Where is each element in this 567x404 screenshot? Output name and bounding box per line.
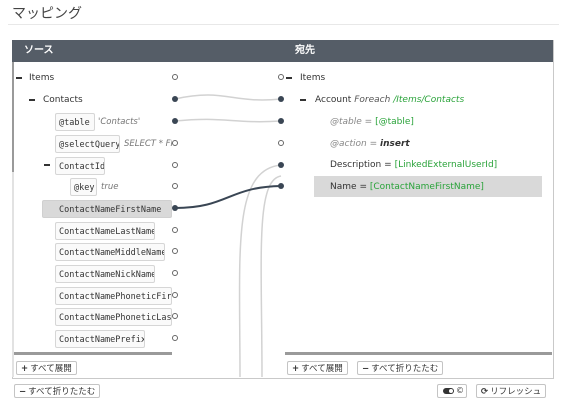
source-field-contactnamemiddlename[interactable]: ContactNameMiddleName [55,243,165,261]
dest-attr-table-row[interactable]: @table = [@table] [330,116,414,128]
dest-action-value: insert [380,139,410,149]
source-field-contactnamephoneticlast[interactable]: ContactNamePhoneticLastN [55,308,172,326]
collapse-account-icon[interactable] [300,99,306,101]
source-contacts-label: Contacts [43,95,83,105]
connector-source-items[interactable] [172,74,178,80]
source-field-contactnamenickname[interactable]: ContactNameNickName [55,265,155,283]
minus-icon: − [19,387,27,397]
connector-source-lastname[interactable] [172,227,178,233]
collapse-contactid-icon[interactable] [44,164,50,166]
plus-icon: + [21,364,29,374]
dest-attr-table: @table [330,117,362,127]
source-header: ソース [12,40,172,62]
connector-dest-action[interactable] [278,140,284,146]
collapse-all-button[interactable]: − すべて折りたたむ [14,384,101,398]
refresh-icon: ⟳ [481,387,489,397]
connector-source-firstname[interactable] [172,205,178,211]
source-table-value: 'Contacts' [98,117,141,127]
source-field-contactnamefirstname[interactable]: ContactNameFirstName [42,200,172,218]
dest-description-value: [LinkedExternalUserId] [394,160,498,170]
plus-icon: + [292,364,300,374]
dest-foreach-path: /Items/Contacts [393,95,465,105]
dest-items-label: Items [300,73,326,83]
toggle-switch[interactable]: © [437,384,467,398]
source-attr-key[interactable]: @key [70,178,97,196]
dest-table-value: [@table] [375,117,414,127]
title-divider [8,24,559,25]
destination-header: 宛先 [283,40,553,62]
collapse-items-icon[interactable] [16,77,22,79]
source-selectquery-value: SELECT * FR [124,139,172,149]
dest-attr-action-row[interactable]: @action = insert [330,138,410,150]
source-field-contactnamelastname[interactable]: ContactNameLastName [55,222,155,240]
dest-description-row[interactable]: Description = [LinkedExternalUserId] [330,159,497,171]
dest-hscrollbar[interactable] [285,352,552,355]
dest-collapse-all-button[interactable]: − すべて折りたたむ [357,361,444,375]
connector-dest-account[interactable] [278,96,284,102]
link-area [175,40,280,377]
connector-source-table[interactable] [172,118,178,124]
connector-dest-description[interactable] [278,162,284,168]
connector-source-middlename[interactable] [172,248,178,254]
dest-foreach-label: Foreach [354,95,391,105]
connector-source-key[interactable] [172,183,178,189]
collapse-dest-items-icon[interactable] [286,77,292,79]
page-title: マッピング [12,6,82,22]
connector-source-phoneticfirst[interactable] [172,292,178,298]
connector-source-selectquery[interactable] [172,140,178,146]
connector-source-contactid[interactable] [172,162,178,168]
collapse-contacts-icon[interactable] [29,99,35,101]
dest-name-label: Name [330,182,357,192]
dest-account-label: Account [315,95,352,105]
dest-attr-action: @action [330,139,367,149]
refresh-button[interactable]: ⟳ リフレッシュ [476,384,547,398]
source-items-label: Items [29,73,55,83]
toggle-switch-icon [443,388,454,394]
connector-source-phoneticlast[interactable] [172,313,178,319]
source-expand-all-button[interactable]: + すべて展開 [16,361,77,375]
source-attr-table[interactable]: @table [55,113,95,131]
source-scrollbar[interactable] [12,62,14,172]
connector-source-contacts[interactable] [172,96,178,102]
connector-dest-items[interactable] [278,74,284,80]
source-contactid[interactable]: ContactId [55,157,105,175]
dest-description-label: Description [330,160,382,170]
dest-expand-all-button[interactable]: + すべて展開 [287,361,348,375]
connector-source-prefix[interactable] [172,335,178,341]
dest-name-row[interactable]: Name = [ContactNameFirstName] [330,181,484,193]
connector-source-nickname[interactable] [172,270,178,276]
source-field-contactnamephoneticfirst[interactable]: ContactNamePhoneticFirst [55,287,172,305]
dest-account-row[interactable]: Account Foreach /Items/Contacts [315,94,464,106]
copyright-icon: © [456,386,464,395]
source-key-value: true [101,182,119,192]
source-field-contactnameprefix[interactable]: ContactNamePrefix [55,330,145,348]
dest-name-value: [ContactNameFirstName] [369,182,484,192]
connector-dest-table[interactable] [278,118,284,124]
source-hscrollbar[interactable] [14,352,172,355]
source-attr-selectquery[interactable]: @selectQuery [55,135,120,153]
destination-pane [283,40,553,377]
minus-icon: − [362,364,370,374]
connector-dest-name[interactable] [278,183,284,189]
